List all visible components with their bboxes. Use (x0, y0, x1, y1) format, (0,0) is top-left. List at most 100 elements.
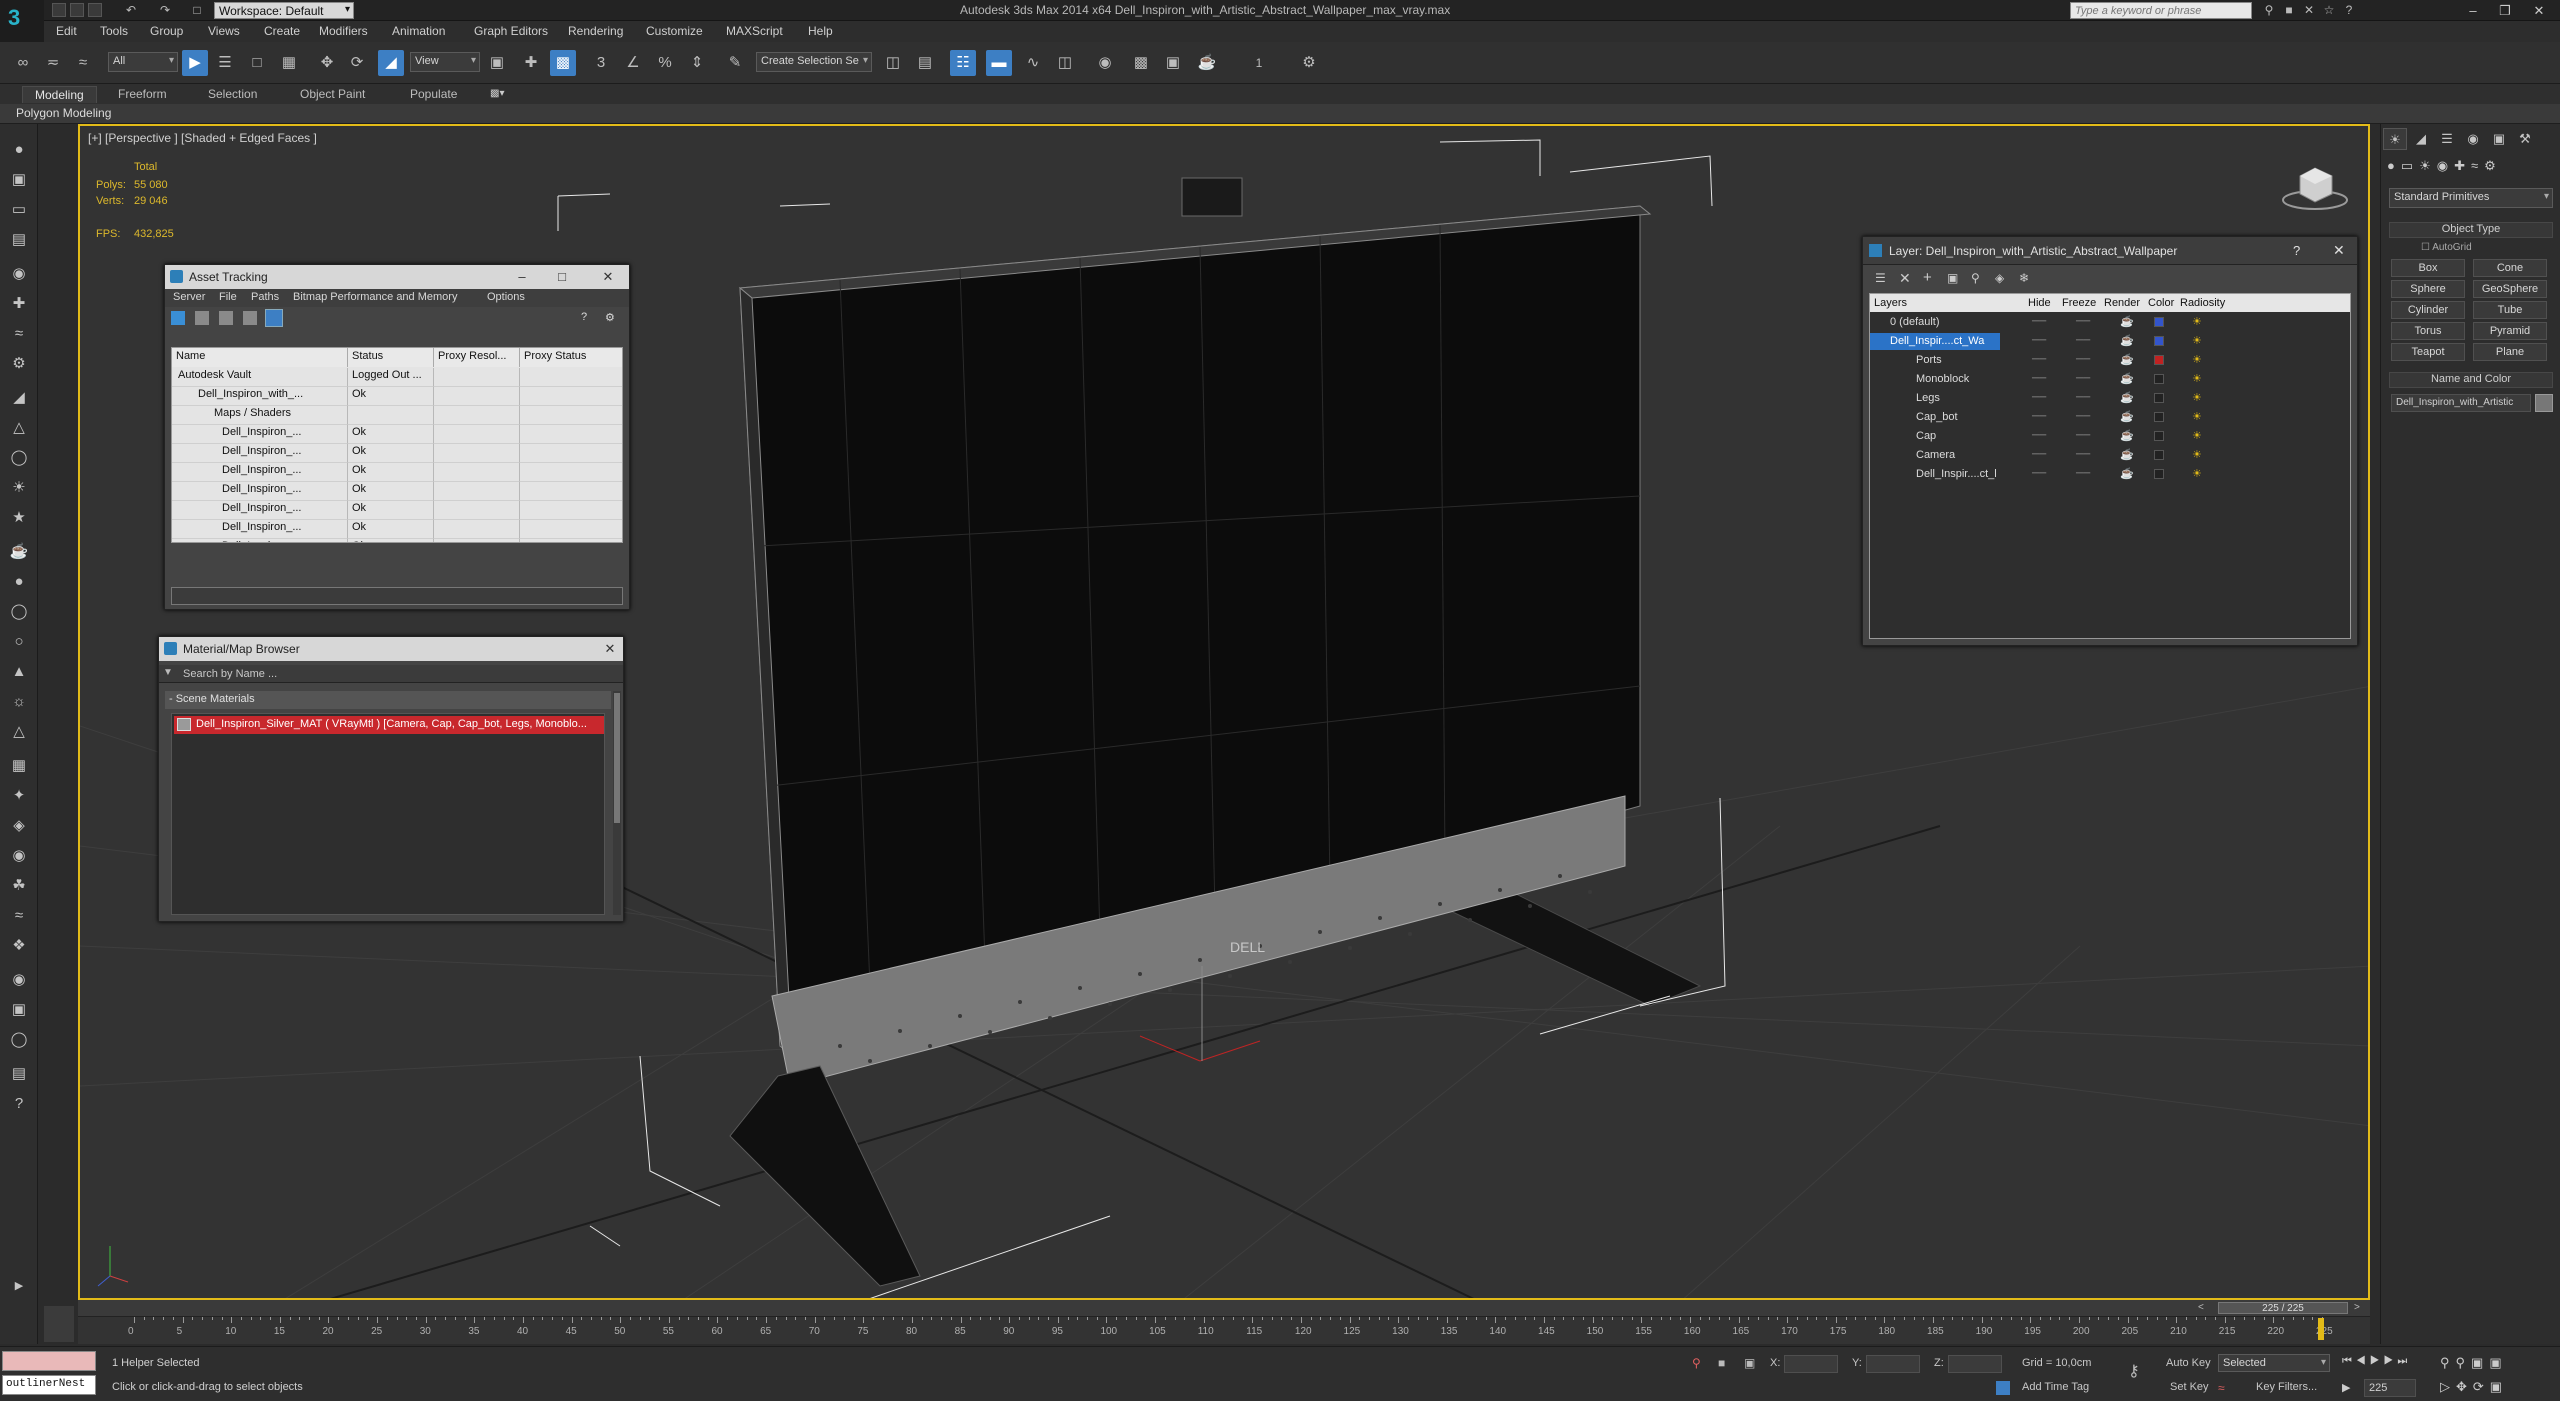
keyboard-shortcut-override-icon[interactable]: ▩ (550, 50, 576, 76)
render-production-icon[interactable]: ☕ (1194, 50, 1220, 76)
tab-object-paint[interactable]: Object Paint (288, 86, 377, 103)
material-search-bar[interactable]: ▼ Search by Name ... (159, 665, 623, 683)
layer-freeze-toggle[interactable]: ── (2076, 468, 2090, 479)
select-object-icon[interactable]: ▶ (182, 50, 208, 76)
asset-row[interactable]: Dell_Inspiron_...Ok (172, 463, 622, 482)
menu-views[interactable]: Views (208, 24, 240, 38)
layer-freeze-toggle[interactable]: ── (2076, 449, 2090, 460)
menu-animation[interactable]: Animation (392, 24, 445, 38)
radiosity-icon[interactable]: ☀ (2192, 334, 2202, 347)
render-setup-icon[interactable]: ▩ (1128, 50, 1154, 76)
help-icon[interactable]: ? (581, 311, 595, 325)
spacewarps-icon[interactable]: ≈ (6, 322, 32, 346)
compound-icon[interactable]: ◈ (6, 814, 32, 838)
maximize-icon[interactable]: □ (551, 268, 573, 286)
layer-row[interactable]: Dell_Inspir....ct_l ── ── ☕ ☀ (1870, 466, 2240, 485)
col-header-hide[interactable]: Hide (2028, 297, 2051, 309)
menu-edit[interactable]: Edit (56, 24, 77, 38)
sun-icon[interactable]: ☼ (6, 690, 32, 714)
radiosity-icon[interactable]: ☀ (2192, 448, 2202, 461)
menu-customize[interactable]: Customize (646, 24, 703, 38)
current-frame-marker[interactable] (2318, 1318, 2324, 1340)
maxscript-listener-pink[interactable] (2, 1351, 96, 1371)
snaps-toggle-icon[interactable]: 3 (588, 50, 614, 76)
absolute-mode-icon[interactable]: ▣ (1744, 1356, 1755, 1370)
search-input[interactable]: Type a keyword or phrase (2070, 2, 2252, 19)
name-and-color-header[interactable]: Name and Color (2389, 372, 2553, 388)
object-name-input[interactable]: Dell_Inspiron_with_Artistic (2391, 394, 2531, 412)
asset-row[interactable]: Dell_Inspiron_...Ok (172, 520, 622, 539)
autogrid-checkbox[interactable]: ☐ AutoGrid (2421, 242, 2472, 253)
layer-name[interactable]: Dell_Inspir....ct_l (1870, 466, 2000, 483)
motion-icon[interactable]: ◯ (6, 446, 32, 470)
asset-row[interactable]: Dell_Inspiron_...Ok (172, 425, 622, 444)
window-crossing-icon[interactable]: ▦ (276, 50, 302, 76)
select-in-layer-icon[interactable]: ▣ (1947, 271, 1961, 285)
layer-color-swatch[interactable] (2154, 336, 2164, 346)
pyramid-icon[interactable]: △ (6, 720, 32, 744)
info-icon[interactable]: ? (6, 1092, 32, 1116)
asset-row[interactable]: Dell_Inspiron_...Ok (172, 444, 622, 463)
material-scrollbar[interactable] (613, 691, 621, 915)
layer-color-swatch[interactable] (2154, 317, 2164, 327)
link-icon[interactable]: ∞ (10, 50, 36, 76)
menu-group[interactable]: Group (150, 24, 183, 38)
helpers-icon[interactable]: ✚ (6, 292, 32, 316)
cylinder-icon[interactable]: ◯ (6, 600, 32, 624)
box-primitive-icon[interactable]: ▣ (6, 168, 32, 192)
app-logo[interactable]: 3 (0, 0, 44, 42)
minimize-icon[interactable]: – (511, 268, 533, 286)
table-view-icon[interactable] (243, 311, 257, 325)
motion-tab-icon[interactable]: ◉ (2461, 128, 2485, 150)
layer-row[interactable]: Legs ── ── ☕ ☀ (1870, 390, 2240, 409)
measure-icon[interactable]: ▤ (6, 1062, 32, 1086)
display-icon[interactable]: ☀ (6, 476, 32, 500)
named-selection-set-dropdown[interactable]: Create Selection Se (756, 52, 872, 72)
mirror-icon[interactable]: ◫ (880, 50, 906, 76)
box-button[interactable]: Box (2391, 259, 2465, 277)
torus-icon[interactable]: ○ (6, 630, 32, 654)
layer-name[interactable]: Monoblock (1870, 371, 2000, 388)
radiosity-icon[interactable]: ☀ (2192, 429, 2202, 442)
time-slider[interactable]: 225 / 225 < > (78, 1300, 2370, 1316)
undo-icon[interactable]: ↶ (124, 3, 138, 17)
layer-hide-toggle[interactable]: ── (2032, 316, 2046, 327)
layer-row[interactable]: Dell_Inspir....ct_Wa ── ── ☕ ☀ (1870, 333, 2240, 352)
object-type-header[interactable]: Object Type (2389, 222, 2553, 238)
unlink-icon[interactable]: ≂ (40, 50, 66, 76)
radiosity-icon[interactable]: ☀ (2192, 467, 2202, 480)
sphere-icon[interactable]: ● (6, 570, 32, 594)
subscription-icon[interactable]: ■ (2282, 3, 2296, 17)
time-slider-thumb[interactable]: 225 / 225 (2218, 1302, 2348, 1314)
ribbon-minimize-icon[interactable]: ▩▾ (490, 88, 510, 100)
layer-freeze-toggle[interactable]: ── (2076, 373, 2090, 384)
set-key-icon[interactable]: ≈ (2218, 1381, 2225, 1395)
asset-row[interactable]: Dell_Inspiron_...Ok (172, 482, 622, 501)
schematic-view-icon[interactable]: ◫ (1052, 50, 1078, 76)
layer-freeze-toggle[interactable]: ── (2076, 411, 2090, 422)
expand-arrow-icon[interactable]: ▶ (6, 1274, 32, 1298)
delete-layer-icon[interactable]: ✕ (1899, 270, 1913, 286)
key-filters-button[interactable]: Key Filters... (2256, 1381, 2317, 1393)
close-icon[interactable]: ✕ (2524, 2, 2554, 19)
hierarchy-icon[interactable]: △ (6, 416, 32, 440)
vray-frame-buffer-icon[interactable]: ⚙ (1296, 50, 1322, 76)
render-teapot-icon[interactable]: ☕ (2120, 315, 2134, 328)
layer-hide-toggle[interactable]: ── (2032, 411, 2046, 422)
asset-row[interactable]: Dell_Inspiron_...Ok (172, 501, 622, 520)
menu-modifiers[interactable]: Modifiers (319, 24, 368, 38)
layer-color-swatch[interactable] (2154, 355, 2164, 365)
systems-icon[interactable]: ⚙ (6, 352, 32, 376)
layer-hide-toggle[interactable]: ── (2032, 373, 2046, 384)
create-geometry-icon[interactable]: ● (6, 138, 32, 162)
prev-frame-arrow-icon[interactable]: < (2198, 1302, 2204, 1313)
layer-freeze-toggle[interactable]: ── (2076, 430, 2090, 441)
modify-icon[interactable]: ◢ (6, 386, 32, 410)
vray-icon[interactable]: ◯ (6, 1028, 32, 1052)
render-teapot-icon[interactable]: ☕ (2120, 334, 2134, 347)
layer-row[interactable]: Cap ── ── ☕ ☀ (1870, 428, 2240, 447)
list-view-icon[interactable] (195, 311, 209, 325)
favorites-star-icon[interactable]: ☆ (2322, 3, 2336, 17)
col-header-layers[interactable]: Layers (1874, 297, 1907, 309)
render-teapot-icon[interactable]: ☕ (2120, 467, 2134, 480)
